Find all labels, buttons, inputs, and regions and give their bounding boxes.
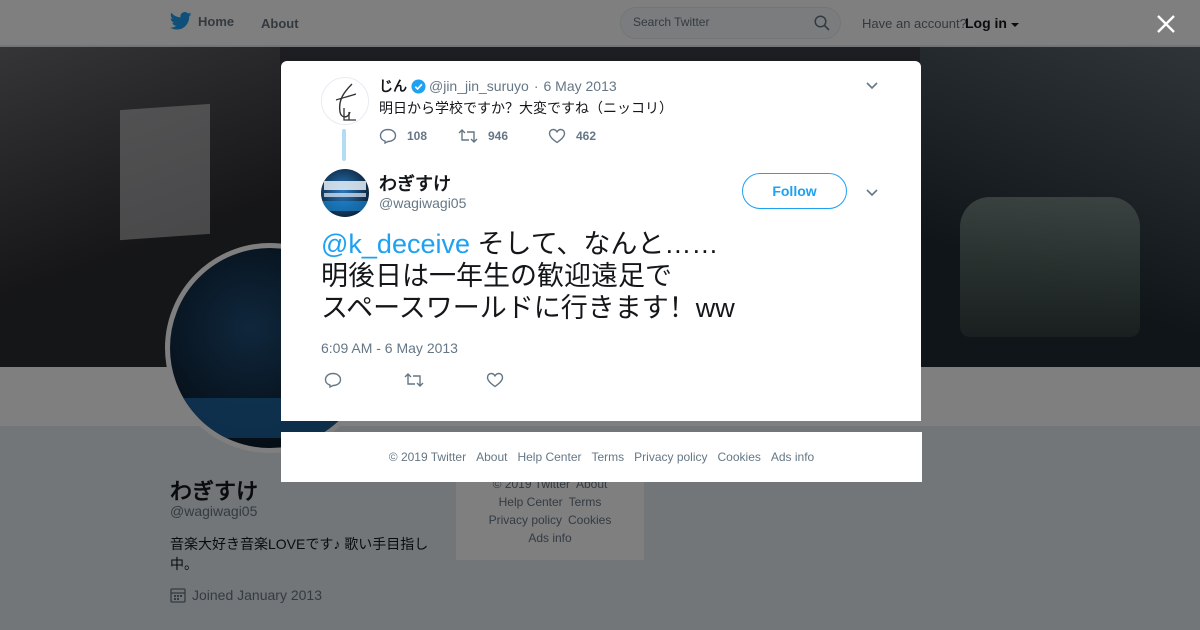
main-tweet-avatar[interactable] bbox=[321, 169, 369, 217]
retweet-icon bbox=[458, 129, 478, 143]
context-avatar-logo bbox=[335, 83, 357, 121]
context-tweet-handle[interactable]: @jin_jin_suruyo bbox=[429, 78, 529, 94]
footer-help[interactable]: Help Center bbox=[517, 450, 581, 464]
thread-connector bbox=[342, 129, 346, 161]
footer-about[interactable]: About bbox=[476, 450, 507, 464]
context-retweet-action[interactable]: 946 bbox=[458, 128, 548, 144]
context-tweet-name[interactable]: じん bbox=[379, 76, 407, 96]
context-tweet-separator: · bbox=[533, 78, 539, 94]
main-avatar-artwork bbox=[321, 181, 369, 211]
footer-copyright: © 2019 Twitter bbox=[388, 450, 467, 464]
context-tweet-header: じん @jin_jin_suruyo · 6 May 2013 bbox=[379, 76, 617, 96]
main-tweet-actions bbox=[324, 372, 504, 388]
mention-link[interactable]: @k_deceive bbox=[321, 229, 470, 259]
footer-terms[interactable]: Terms bbox=[591, 450, 624, 464]
reply-icon bbox=[379, 128, 397, 144]
context-tweet-menu-caret-icon[interactable] bbox=[865, 78, 879, 92]
context-retweet-count: 946 bbox=[488, 129, 509, 143]
context-reply-action[interactable]: 108 bbox=[379, 128, 458, 144]
footer-cookies[interactable]: Cookies bbox=[718, 450, 761, 464]
context-like-action[interactable]: 462 bbox=[548, 128, 596, 144]
context-reply-count: 108 bbox=[407, 129, 428, 143]
main-tweet-line2: 明後日は一年生の歓迎遠足で bbox=[321, 261, 672, 291]
main-tweet-name[interactable]: わぎすけ bbox=[379, 170, 451, 196]
context-tweet-avatar[interactable] bbox=[321, 77, 369, 125]
context-like-count: 462 bbox=[576, 129, 597, 143]
main-tweet-line1: そして、なんと…… bbox=[470, 229, 719, 259]
retweet-icon[interactable] bbox=[404, 372, 424, 388]
like-icon bbox=[548, 128, 566, 144]
main-tweet-line3: スペースワールドに行きます！ww bbox=[321, 293, 735, 323]
like-icon[interactable] bbox=[486, 372, 504, 388]
footer-ads[interactable]: Ads info bbox=[771, 450, 814, 464]
main-tweet-text: @k_deceive そして、なんと…… 明後日は一年生の歓迎遠足で スペースワ… bbox=[321, 228, 881, 324]
follow-button[interactable]: Follow bbox=[742, 173, 847, 209]
modal-footer: © 2019 Twitter About Help Center Terms P… bbox=[281, 432, 922, 482]
verified-icon bbox=[411, 78, 426, 94]
main-tweet-handle[interactable]: @wagiwagi05 bbox=[379, 195, 466, 211]
main-tweet-timestamp[interactable]: 6:09 AM - 6 May 2013 bbox=[321, 340, 458, 356]
close-icon[interactable] bbox=[1156, 14, 1176, 34]
context-tweet-text: 明日から学校ですか？大変ですね（ニッコリ） bbox=[379, 100, 673, 116]
footer-privacy[interactable]: Privacy policy bbox=[634, 450, 707, 464]
context-tweet-date[interactable]: 6 May 2013 bbox=[544, 78, 617, 94]
context-tweet-actions: 108 946 462 bbox=[379, 128, 596, 144]
reply-icon[interactable] bbox=[324, 372, 342, 388]
tweet-modal: じん @jin_jin_suruyo · 6 May 2013 明日から学校です… bbox=[281, 61, 921, 421]
main-tweet-menu-caret-icon[interactable] bbox=[865, 185, 879, 199]
